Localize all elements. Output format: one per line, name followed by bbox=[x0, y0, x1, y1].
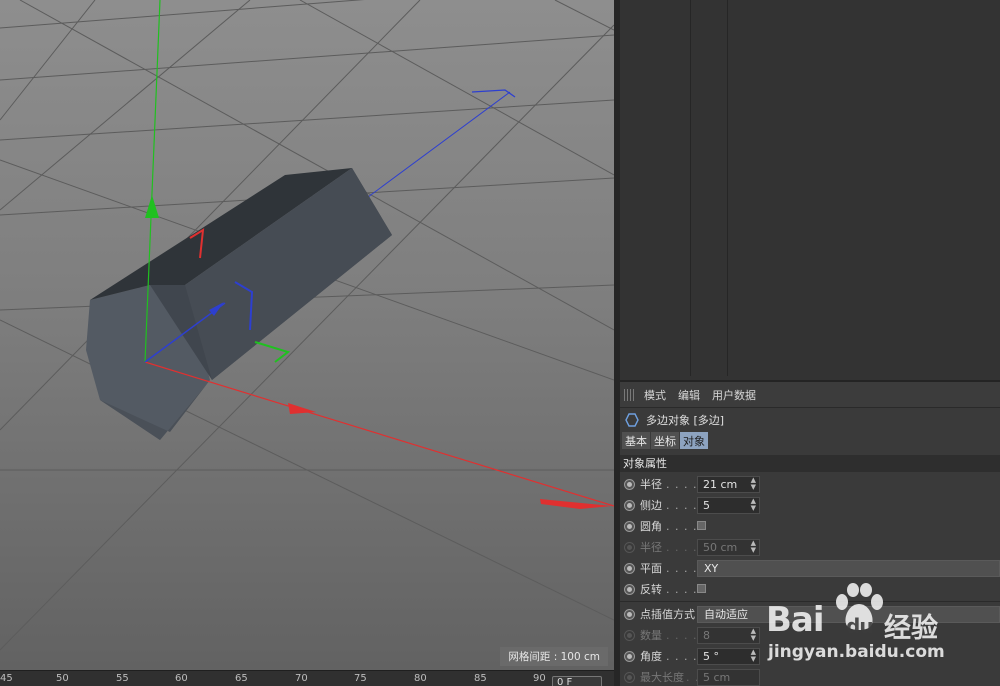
3d-viewport[interactable]: 网格间距 : 100 cm bbox=[0, 0, 614, 670]
plane-dropdown[interactable]: XY bbox=[697, 559, 1000, 577]
x-axis-pointer-arrow-icon bbox=[540, 499, 612, 509]
number-input[interactable]: 8 ▲ ▼ bbox=[697, 626, 760, 644]
timeline-tick: 55 bbox=[116, 673, 129, 684]
menu-mode[interactable]: 模式 bbox=[644, 387, 666, 403]
watermark-url: jingyan.baidu.com bbox=[768, 642, 945, 662]
row-label: 点插值方式 bbox=[640, 608, 695, 621]
object-title-text: 多边对象 [多边] bbox=[646, 414, 725, 427]
animate-radio[interactable] bbox=[624, 650, 635, 662]
max-length-input[interactable]: 5 cm bbox=[697, 668, 760, 686]
watermark-brand-cn: 经验 bbox=[884, 613, 938, 644]
row-label: 圆角 bbox=[640, 520, 662, 533]
spinner-arrows-icon[interactable]: ▲ ▼ bbox=[751, 497, 756, 512]
menu-user-data[interactable]: 用户数据 bbox=[712, 387, 756, 403]
polygon-object-icon bbox=[625, 413, 639, 427]
timeline[interactable]: 45 50 55 60 65 70 75 80 85 90 bbox=[0, 670, 614, 686]
animate-radio[interactable] bbox=[624, 562, 635, 574]
field-value: 21 cm bbox=[703, 477, 738, 491]
field-value: 8 bbox=[703, 628, 710, 642]
field-value: 50 cm bbox=[703, 540, 738, 554]
object-title: 多边对象 [多边] bbox=[620, 408, 1000, 432]
timeline-tick: 45 bbox=[0, 673, 13, 684]
pentagon-prism bbox=[86, 168, 392, 440]
rotation-handle-green-icon bbox=[254, 341, 291, 363]
x-axis-arrow-icon bbox=[288, 403, 316, 414]
tab-coordinates[interactable]: 坐标 bbox=[651, 432, 679, 449]
rounding-row: 圆角 . . . . . bbox=[620, 516, 1000, 536]
spinner-arrows-icon[interactable]: ▲ ▼ bbox=[751, 648, 756, 663]
timeline-tick: 65 bbox=[235, 673, 248, 684]
row-label: 半径 bbox=[640, 478, 662, 491]
animate-radio[interactable] bbox=[624, 629, 635, 641]
viewport-scene[interactable] bbox=[0, 0, 614, 670]
grid-spacing-label: 网格间距 : 100 cm bbox=[500, 647, 608, 666]
rounding-checkbox[interactable] bbox=[697, 521, 706, 530]
timeline-tick: 50 bbox=[56, 673, 69, 684]
menu-edit[interactable]: 编辑 bbox=[678, 387, 700, 403]
column-divider bbox=[727, 0, 728, 376]
row-label: 角度 bbox=[640, 650, 662, 663]
row-label: 半径 bbox=[640, 541, 662, 554]
radius-input[interactable]: 21 cm ▲ ▼ bbox=[697, 475, 760, 493]
grip-icon[interactable] bbox=[624, 388, 636, 401]
angle-input[interactable]: 5 ° ▲ ▼ bbox=[697, 647, 760, 665]
watermark-brand-du: du bbox=[846, 614, 874, 638]
x-axis-line bbox=[144, 361, 614, 507]
animate-radio[interactable] bbox=[624, 541, 635, 553]
spinner-arrows-icon[interactable]: ▲ ▼ bbox=[751, 627, 756, 642]
sides-input[interactable]: 5 ▲ ▼ bbox=[697, 496, 760, 514]
animate-radio[interactable] bbox=[624, 583, 635, 595]
field-value: 5 cm bbox=[703, 670, 731, 684]
rounding-radius-input[interactable]: 50 cm ▲ ▼ bbox=[697, 538, 760, 556]
timeline-tick: 80 bbox=[414, 673, 427, 684]
rounding-radius-row: 半径 . . . . . 50 cm ▲ ▼ bbox=[620, 537, 1000, 557]
field-value: 5 ° bbox=[703, 649, 719, 663]
animate-radio[interactable] bbox=[624, 671, 635, 683]
watermark-brand: Bai bbox=[766, 600, 825, 640]
attribute-tabs: 基本 坐标 对象 bbox=[620, 432, 1000, 450]
column-divider bbox=[690, 0, 691, 376]
row-label: 数量 bbox=[640, 629, 662, 642]
tab-object[interactable]: 对象 bbox=[680, 432, 708, 449]
timeline-tick: 70 bbox=[295, 673, 308, 684]
timeline-tick: 85 bbox=[474, 673, 487, 684]
sides-row: 侧边 . . . . . 5 ▲ ▼ bbox=[620, 495, 1000, 515]
row-label: 反转 bbox=[640, 583, 662, 596]
spinner-arrows-icon[interactable]: ▲ ▼ bbox=[751, 476, 756, 491]
radius-row: 半径 . . . . . 21 cm ▲ ▼ bbox=[620, 474, 1000, 494]
section-title: 对象属性 bbox=[620, 455, 1000, 472]
reverse-checkbox[interactable] bbox=[697, 584, 706, 593]
tab-basic[interactable]: 基本 bbox=[622, 432, 650, 449]
row-label: 最大长度 bbox=[640, 671, 684, 684]
attribute-menu-bar: 模式 编辑 用户数据 bbox=[620, 382, 1000, 408]
animate-radio[interactable] bbox=[624, 608, 635, 620]
field-value: 5 bbox=[703, 498, 710, 512]
timeline-tick: 60 bbox=[175, 673, 188, 684]
timeline-tick: 90 bbox=[533, 673, 546, 684]
animate-radio[interactable] bbox=[624, 478, 635, 490]
spinner-arrows-icon[interactable]: ▲ ▼ bbox=[751, 539, 756, 554]
object-manager-panel[interactable] bbox=[620, 0, 1000, 380]
baidu-jingyan-watermark: Bai du 经验 jingyan.baidu.com bbox=[766, 580, 1000, 686]
animate-radio[interactable] bbox=[624, 499, 635, 511]
row-label: 平面 bbox=[640, 562, 662, 575]
animate-radio[interactable] bbox=[624, 520, 635, 532]
plane-row: 平面 . . . . . XY bbox=[620, 558, 1000, 578]
timeline-tick: 75 bbox=[354, 673, 367, 684]
row-label: 侧边 bbox=[640, 499, 662, 512]
current-frame-field[interactable]: 0 F bbox=[552, 676, 602, 686]
